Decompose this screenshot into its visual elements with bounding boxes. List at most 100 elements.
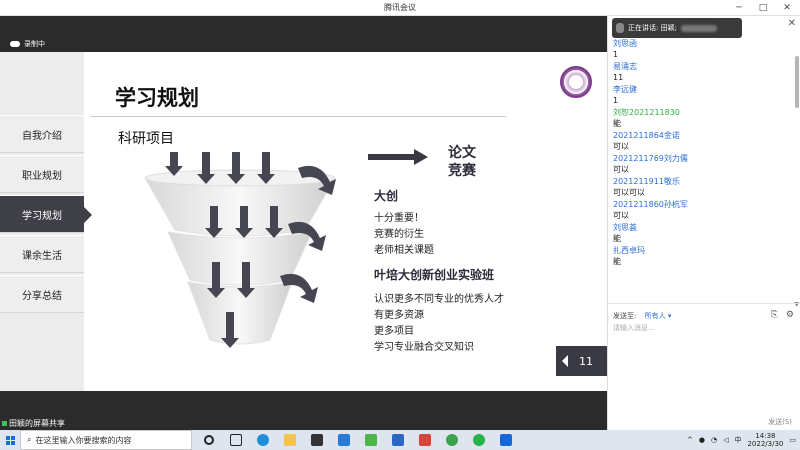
chat-scrollbar[interactable] [795,56,799,108]
task-view-icon[interactable] [226,430,246,450]
right-arrow-icon [368,149,428,165]
chat-message-text: 可以 [613,142,629,151]
block2-line: 认识更多不同专业的优秀人才 [374,294,504,305]
chat-sender-name[interactable]: 2021211911敬乐 [613,176,791,187]
screen-share-label[interactable]: 田颖的屏幕共享 [2,418,65,429]
funnel-graphic [144,152,336,348]
chat-message-text: 可以 [613,165,629,174]
block1-line: 老师相关课题 [374,245,434,256]
tray-expand-icon[interactable]: ^ [687,436,693,444]
nav-item-intro[interactable]: 自我介绍 [0,115,84,153]
chat-tools: ⎘ ⚙ [771,310,794,320]
minimize-button[interactable]: ─ [728,0,750,16]
wps-icon[interactable] [415,430,435,450]
chat-message-text: 可以 [613,211,629,220]
wechat-work-icon[interactable] [361,430,381,450]
chat-sender-name[interactable]: 刘思荟 [613,222,791,233]
active-arrow-icon [84,207,92,223]
chat-message-list: 刘思函 1 易涌志 11 李远健 1 刘恕2021211830 能 2021211864金诺 可以… [613,38,791,268]
chat-sender-name[interactable]: 李远健 [613,84,791,95]
speaking-indicator: 正在讲话: 田颖; [612,18,742,38]
slide-sidebar: 自我介绍 职业规划 学习规划 课余生活 分享总结 [0,52,92,391]
edge-icon[interactable] [253,430,273,450]
chat-sender-name[interactable]: 刘思函 [613,38,791,49]
tray-volume-icon[interactable]: ◁ [723,436,728,444]
page-number-tab: 11 [556,346,607,376]
chat-sender-name[interactable]: 扎西卓玛 [613,245,791,256]
title-bar: 腾讯会议 ─ □ ✕ [0,0,800,16]
file-icon[interactable]: ⎘ [771,310,778,320]
tray-wifi-icon[interactable]: ◔ [711,436,717,444]
system-tray: ^ ● ◔ ◁ 中 14:38 2022/3/30 ▭ [687,430,796,450]
cortana-icon[interactable] [199,430,219,450]
chat-sender-name[interactable]: 刘恕2021211830 [613,107,791,118]
chat-message-text: 能 [613,257,621,266]
search-placeholder: 在这里输入你要搜索的内容 [35,435,132,445]
send-button[interactable]: 发送(S) [768,417,792,427]
recipient-select[interactable]: 所有人 ▾ [645,312,672,320]
recording-label: 录制中 [24,40,45,48]
chat-sender-name[interactable]: 2021211864金诺 [613,130,791,141]
chat-message-text: 能 [613,119,621,128]
file-explorer-icon[interactable] [280,430,300,450]
block2-line: 更多项目 [374,326,414,337]
slide-title: 学习规划 [115,86,199,110]
chat-message-text: 能 [613,234,621,243]
share-top-band [0,16,607,52]
block1-line: 十分重要！ [374,213,424,224]
time: 14:38 [755,432,776,440]
close-button[interactable]: ✕ [776,0,798,16]
speaking-label: 正在讲话: 田颖; [628,24,677,32]
wechat-icon[interactable] [469,430,489,450]
chat-sender-name[interactable]: 2021211860孙杭军 [613,199,791,210]
title-divider [90,116,506,117]
university-logo [560,66,592,98]
label-paper: 论文 [448,145,476,161]
notification-icon[interactable]: ▭ [789,436,796,444]
send-to-row: 发送至: 所有人 ▾ [613,311,671,321]
blurred-name [680,24,717,32]
chat-input[interactable]: 请输入消息... [613,323,655,333]
notch-icon [562,355,568,367]
chat-message-text: 可以可以 [613,188,645,197]
nav-label: 职业规划 [22,170,62,182]
tray-qq-icon[interactable]: ● [699,436,705,444]
tencent-meeting-icon[interactable] [496,430,516,450]
nav-item-career[interactable]: 职业规划 [0,155,84,193]
app-icon[interactable] [442,430,462,450]
chat-message-text: 11 [613,73,624,82]
date: 2022/3/30 [747,440,784,448]
chat-sender-name[interactable]: 易涌志 [613,61,791,72]
maximize-button[interactable]: □ [752,0,774,16]
search-icon: ⌕ [27,435,32,444]
recording-indicator[interactable]: 录制中 [10,39,45,49]
nav-label: 课余生活 [22,250,62,262]
word-icon[interactable] [388,430,408,450]
settings-icon[interactable]: ⚙ [786,310,794,320]
mail-icon[interactable] [334,430,354,450]
block2-heading: 叶培大创新创业实验班 [374,268,495,282]
windows-icon [5,435,15,445]
chat-message-text: 1 [613,50,619,59]
taskbar-search[interactable]: ⌕ 在这里输入你要搜索的内容 [20,430,192,450]
share-status-icon [2,421,7,426]
close-icon[interactable]: ✕ [788,18,796,29]
nav-item-summary[interactable]: 分享总结 [0,275,84,313]
tray-lang[interactable]: 中 [734,435,741,445]
window-title: 腾讯会议 [384,3,416,12]
block1-line: 竞赛的衍生 [374,229,424,240]
store-icon[interactable] [307,430,327,450]
block2-line: 有更多资源 [374,310,424,321]
chat-sender-name[interactable]: 2021211769刘力儒 [613,153,791,164]
chat-panel: 正在讲话: 田颖; ✕ 刘思函 1 易涌志 11 李远健 1 刘恕2021211830 能 20… [607,16,800,430]
block2-line: 学习专业融合交叉知识 [374,342,474,353]
label-competition: 竞赛 [448,163,476,179]
nav-item-life[interactable]: 课余生活 [0,235,84,273]
start-button[interactable] [0,430,20,450]
block1-heading: 大创 [374,189,399,203]
share-label-text: 田颖的屏幕共享 [9,419,65,428]
page-number: 11 [579,354,593,368]
tray-clock[interactable]: 14:38 2022/3/30 [747,432,783,448]
nav-item-study[interactable]: 学习规划 [0,195,92,233]
section-title: 科研项目 [118,131,174,147]
